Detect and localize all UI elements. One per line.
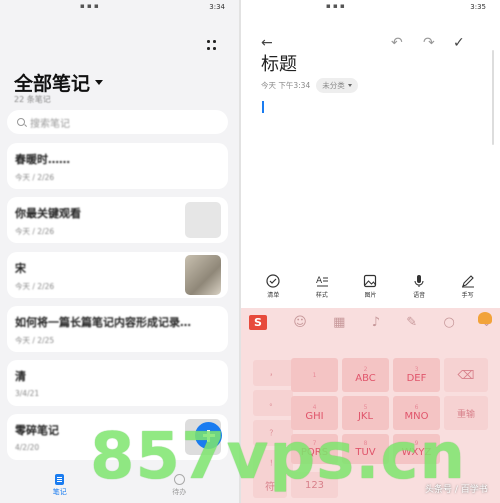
microphone-icon bbox=[414, 275, 424, 287]
punct-key[interactable]: 。 bbox=[253, 390, 293, 416]
note-meta: 今天 / 2/25 bbox=[15, 336, 55, 345]
category-label: 未分类 bbox=[322, 81, 345, 90]
watermark: 857vps.cn bbox=[90, 420, 467, 494]
tool-label: 清单 bbox=[267, 292, 280, 299]
microphone-icon[interactable]: ♪ bbox=[372, 315, 380, 330]
note-card[interactable]: 如何将一篇长篇笔记内容形成记录… 今天 / 2/25 bbox=[7, 306, 228, 352]
note-title: 清 bbox=[15, 370, 26, 383]
search-icon[interactable]: ○ bbox=[443, 315, 454, 330]
handwriting-icon[interactable]: ✎ bbox=[406, 315, 417, 330]
category-dropdown[interactable]: 未分类 bbox=[316, 78, 358, 93]
pen-icon bbox=[461, 275, 474, 288]
emoji-icon[interactable]: ☺ bbox=[293, 315, 307, 330]
scrollbar[interactable] bbox=[492, 50, 494, 145]
status-time: 3:34 bbox=[209, 3, 225, 11]
status-time: 3:35 bbox=[470, 3, 486, 11]
handwriting-tool[interactable]: 手写 bbox=[461, 274, 475, 306]
all-notes-dropdown[interactable]: 全部笔记 bbox=[14, 69, 104, 96]
chevron-down-icon bbox=[347, 84, 352, 87]
text-cursor bbox=[262, 101, 264, 113]
sogou-logo-icon[interactable]: S bbox=[249, 314, 267, 330]
tool-label: 手写 bbox=[461, 292, 474, 299]
note-card[interactable]: 你最关键观看 今天 / 2/26 bbox=[7, 197, 228, 243]
search-placeholder: 搜索笔记 bbox=[30, 118, 70, 130]
tool-label: 语音 bbox=[413, 292, 426, 299]
note-title-input[interactable]: 标题 bbox=[261, 50, 297, 76]
status-icons: ▪ ▪ ▪ bbox=[80, 2, 99, 10]
search-input[interactable]: 搜索笔记 bbox=[7, 110, 228, 134]
note-title: 春暖时…… bbox=[15, 153, 70, 166]
punct-key[interactable]: ， bbox=[253, 360, 293, 386]
search-icon bbox=[17, 118, 25, 126]
image-icon bbox=[364, 274, 377, 288]
keyboard-toolbar: S ☺ ▦ ♪ ✎ ○ ⌄ bbox=[241, 308, 500, 336]
checklist-icon bbox=[266, 274, 280, 288]
status-bar: ▪ ▪ ▪ 3:34 bbox=[0, 0, 239, 14]
page-title: 全部笔记 bbox=[14, 73, 91, 95]
undo-icon[interactable]: ↶ bbox=[391, 36, 403, 50]
more-options-icon[interactable] bbox=[207, 40, 217, 52]
note-meta: 今天 下午3:34 未分类 bbox=[261, 78, 358, 93]
back-arrow-icon[interactable]: ← bbox=[261, 36, 273, 50]
checklist-tool[interactable]: 清单 bbox=[266, 274, 280, 306]
key-1[interactable]: 1 bbox=[291, 358, 338, 392]
note-meta: 3/4/21 bbox=[15, 389, 40, 398]
check-icon[interactable]: ✓ bbox=[453, 36, 465, 50]
notes-count: 22 条笔记 bbox=[14, 95, 51, 104]
key-3[interactable]: 3 DEF bbox=[393, 358, 440, 392]
note-meta: 今天 / 2/26 bbox=[15, 173, 55, 182]
voice-tool[interactable]: 语音 bbox=[412, 274, 426, 306]
nav-notes-label: 笔记 bbox=[52, 487, 67, 496]
tool-label: 图片 bbox=[364, 292, 377, 299]
keyboard-layout-icon[interactable]: ▦ bbox=[333, 315, 345, 330]
image-tool[interactable]: 图片 bbox=[363, 274, 377, 306]
svg-text:A: A bbox=[316, 276, 323, 286]
note-thumbnail bbox=[185, 202, 221, 238]
note-thumbnail bbox=[185, 255, 221, 295]
note-card[interactable]: 春暖时…… 今天 / 2/26 bbox=[7, 143, 228, 189]
note-card[interactable]: 清 3/4/21 bbox=[7, 360, 228, 406]
note-timestamp: 今天 下午3:34 bbox=[261, 81, 311, 90]
tool-label: 样式 bbox=[315, 292, 328, 299]
redo-icon[interactable]: ↷ bbox=[423, 36, 435, 50]
editor-toolbar: 清单 A 样式 图片 语音 手写 bbox=[241, 274, 500, 306]
status-icons: ▪ ▪ ▪ bbox=[326, 2, 345, 10]
key-2[interactable]: 2 ABC bbox=[342, 358, 389, 392]
notes-icon bbox=[55, 473, 65, 485]
text-style-icon: A bbox=[316, 276, 328, 287]
status-bar: ▪ ▪ ▪ 3:35 bbox=[241, 0, 500, 14]
note-card[interactable]: 宋 今天 / 2/26 bbox=[7, 252, 228, 298]
style-tool[interactable]: A 样式 bbox=[315, 274, 329, 306]
backspace-key[interactable]: ⌫ bbox=[444, 358, 488, 392]
sticker-icon[interactable] bbox=[478, 312, 492, 324]
chevron-down-icon bbox=[95, 80, 104, 85]
watermark-sub: 头条号 / 百学书 bbox=[425, 485, 488, 495]
note-title: 如何将一篇长篇笔记内容形成记录… bbox=[15, 316, 191, 329]
